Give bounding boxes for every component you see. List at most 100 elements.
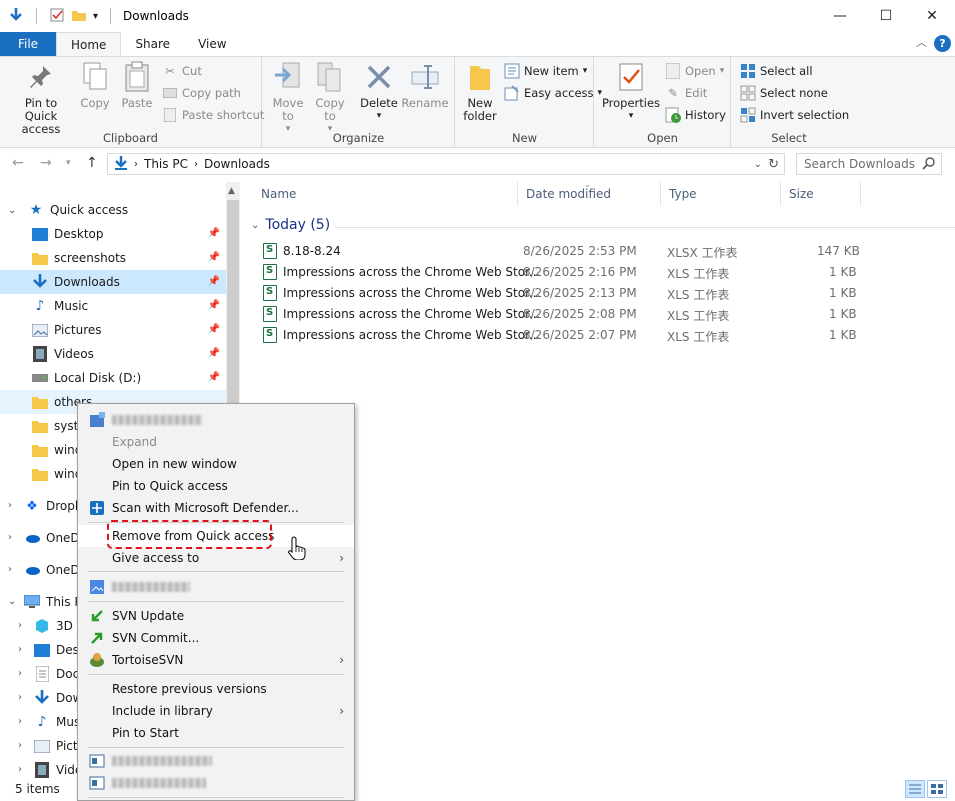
desktop-icon [34, 642, 50, 658]
chevron-right-icon[interactable]: › [18, 740, 22, 751]
edit-label: Edit [685, 86, 708, 100]
context-item-include-library[interactable]: Include in library › [78, 700, 354, 722]
context-item-pin-quick-access[interactable]: Pin to Quick access [78, 475, 354, 497]
chevron-right-icon[interactable]: › [18, 668, 22, 679]
context-item-open-new-window[interactable]: Open in new window [78, 453, 354, 475]
paste-shortcut-button[interactable]: Paste shortcut [162, 105, 264, 125]
back-arrow-icon[interactable]: ← [12, 155, 24, 171]
forward-arrow-icon[interactable]: → [40, 155, 52, 171]
context-item-redacted[interactable] [78, 750, 354, 772]
invert-selection-button[interactable]: Invert selection [740, 105, 849, 125]
chevron-right-icon[interactable]: › [18, 644, 22, 655]
context-item-give-access[interactable]: Give access to › [78, 547, 354, 569]
open-button[interactable]: Open ▾ [665, 61, 724, 81]
chevron-right-icon[interactable]: › [18, 764, 22, 775]
context-item-scan-defender[interactable]: Scan with Microsoft Defender... [78, 497, 354, 519]
expand-chevron-down-icon[interactable]: ⌄ [8, 205, 16, 216]
search-box[interactable]: Search Downloads [796, 153, 942, 175]
minimize-button[interactable]: — [817, 0, 863, 32]
details-view-icon[interactable] [905, 780, 925, 798]
column-header-size[interactable]: Size [781, 182, 861, 206]
context-item-pin-start[interactable]: Pin to Start [78, 722, 354, 744]
collapse-ribbon-icon[interactable]: ︿ [916, 34, 927, 50]
nav-item-screenshots[interactable]: screenshots 📌 [0, 246, 226, 270]
easy-access-button[interactable]: Easy access ▾ [504, 83, 602, 103]
chevron-right-icon[interactable]: › [18, 716, 22, 727]
nav-item-music[interactable]: ♪ Music 📌 [0, 294, 226, 318]
qat-dropdown-icon[interactable]: ▾ [93, 11, 98, 22]
redacted-label [112, 778, 206, 788]
context-item-redacted[interactable] [78, 576, 354, 598]
file-row[interactable]: 8.18-8.24 8/26/2025 2:53 PM XLSX 工作表 147… [243, 241, 955, 262]
paste-button[interactable]: Paste [118, 61, 156, 110]
tab-view[interactable]: View [184, 32, 240, 56]
edit-pencil-icon: ✎ [668, 86, 678, 100]
quick-access-node[interactable]: ⌄ ★ Quick access [0, 198, 226, 222]
address-bar[interactable]: › This PC › Downloads ⌄ ↻ [107, 153, 785, 175]
recent-locations-chevron-icon[interactable]: ▾ [66, 158, 71, 168]
edit-button[interactable]: ✎ Edit [665, 83, 707, 103]
select-none-button[interactable]: Select none [740, 83, 828, 103]
chevron-right-icon[interactable]: › [18, 620, 22, 631]
properties-button[interactable]: Properties ▾ [602, 61, 660, 123]
file-row[interactable]: Impressions across the Chrome Web Stor..… [243, 283, 955, 304]
context-item-expand[interactable]: Expand [78, 431, 354, 453]
file-row[interactable]: Impressions across the Chrome Web Stor..… [243, 304, 955, 325]
maximize-button[interactable]: ☐ [863, 0, 909, 32]
breadcrumb-downloads[interactable]: Downloads [204, 157, 270, 171]
tab-share[interactable]: Share [121, 32, 184, 56]
pin-to-quick-access-button[interactable]: Pin to Quick access [6, 61, 76, 136]
expand-chevron-down-icon[interactable]: ⌄ [8, 596, 16, 607]
context-item-svn-update[interactable]: SVN Update [78, 605, 354, 627]
properties-check-icon[interactable] [49, 7, 65, 26]
nav-item-videos[interactable]: Videos 📌 [0, 342, 226, 366]
new-folder-qat-icon[interactable] [71, 7, 87, 26]
title-separator [36, 8, 37, 24]
close-button[interactable]: ✕ [909, 0, 955, 32]
large-icons-view-icon[interactable] [927, 780, 947, 798]
new-folder-button[interactable]: New folder [460, 61, 500, 123]
context-item-label: Give access to [112, 551, 200, 565]
group-header-today[interactable]: ⌄ Today (5) [251, 217, 955, 233]
chevron-right-icon[interactable]: › [8, 532, 12, 543]
chevron-right-icon[interactable]: › [8, 500, 12, 511]
context-item-tortoisesvn[interactable]: TortoiseSVN › [78, 649, 354, 671]
copy-path-button[interactable]: Copy path [162, 83, 241, 103]
context-item-restore-versions[interactable]: Restore previous versions [78, 678, 354, 700]
search-input[interactable]: Search Downloads [804, 157, 915, 171]
scroll-up-arrow-icon[interactable]: ▲ [228, 186, 235, 196]
column-header-type[interactable]: Type [661, 182, 781, 206]
breadcrumb-this-pc[interactable]: This PC [144, 157, 188, 171]
copy-to-button[interactable]: Copy to ▾ [311, 61, 349, 136]
group-collapse-chevron-icon[interactable]: ⌄ [251, 220, 259, 231]
address-dropdown-icon[interactable]: ⌄ [754, 159, 762, 170]
tab-file[interactable]: File [0, 32, 56, 56]
refresh-icon[interactable]: ↻ [768, 157, 779, 172]
chevron-right-icon[interactable]: › [18, 692, 22, 703]
select-all-button[interactable]: Select all [740, 61, 813, 81]
nav-item-desktop[interactable]: Desktop 📌 [0, 222, 226, 246]
context-item-svn-commit[interactable]: SVN Commit... [78, 627, 354, 649]
help-icon[interactable]: ? [934, 35, 951, 52]
delete-button[interactable]: Delete ▾ [359, 61, 399, 123]
download-arrow-icon[interactable] [8, 7, 24, 26]
cut-button[interactable]: ✂ Cut [162, 61, 202, 81]
breadcrumb-separator-icon: › [193, 158, 198, 170]
tab-home[interactable]: Home [56, 32, 122, 56]
column-header-name[interactable]: Name [253, 182, 518, 206]
move-to-button[interactable]: Move to ▾ [269, 61, 307, 136]
nav-item-downloads[interactable]: Downloads 📌 [0, 270, 226, 294]
context-item-redacted[interactable] [78, 772, 354, 794]
new-folder-icon [464, 61, 496, 93]
chevron-right-icon[interactable]: › [8, 564, 12, 575]
file-row[interactable]: Impressions across the Chrome Web Stor..… [243, 262, 955, 283]
file-row[interactable]: Impressions across the Chrome Web Stor..… [243, 325, 955, 346]
up-arrow-icon[interactable]: ↑ [86, 155, 98, 171]
context-item-redacted[interactable] [78, 409, 354, 431]
rename-button[interactable]: Rename [401, 61, 449, 110]
nav-item-local-disk[interactable]: Local Disk (D:) 📌 [0, 366, 226, 390]
history-button[interactable]: History [665, 105, 726, 125]
copy-button[interactable]: Copy [78, 61, 112, 110]
new-item-button[interactable]: New item ▾ [504, 61, 587, 81]
nav-item-pictures[interactable]: Pictures 📌 [0, 318, 226, 342]
